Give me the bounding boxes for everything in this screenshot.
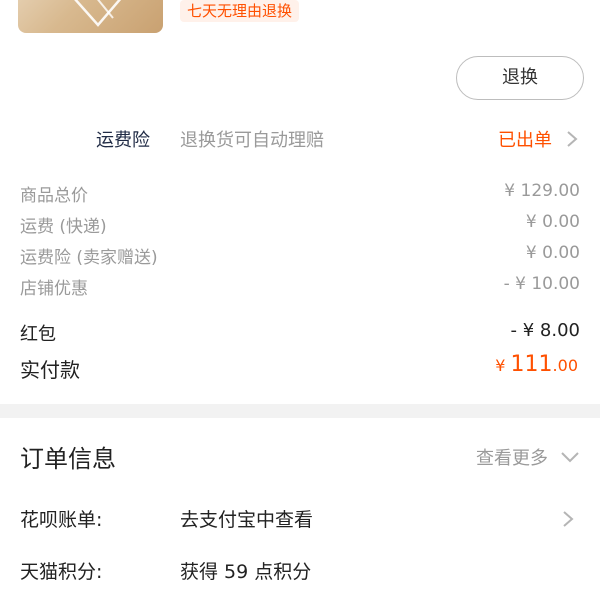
price-row-store-discount: 店铺优惠 - ¥ 10.00	[0, 271, 600, 301]
product-image[interactable]	[18, 0, 163, 33]
price-label: 运费 (快递)	[20, 217, 107, 237]
price-row-red-packet: 红包 - ¥ 8.00	[0, 317, 600, 347]
view-more-link[interactable]: 查看更多	[476, 444, 548, 470]
shipping-insurance-title: 运费险	[96, 130, 150, 151]
amount-integer: 111	[510, 352, 553, 377]
section-divider	[0, 404, 600, 418]
return-exchange-button[interactable]: 退换	[456, 56, 584, 100]
huabei-bill-row[interactable]: 花呗账单: 去支付宝中查看	[0, 500, 600, 536]
amount-decimal: .00	[552, 356, 578, 375]
price-label: 店铺优惠	[20, 279, 88, 299]
price-value: - ¥ 8.00	[510, 320, 580, 341]
info-key: 天猫积分:	[20, 561, 103, 583]
amount-paid-row: 实付款 ¥ 111.00	[0, 350, 600, 386]
shipping-insurance-status: 已出单	[498, 130, 552, 151]
amount-paid-value: ¥ 111.00	[495, 352, 578, 377]
price-label: 红包	[20, 324, 56, 345]
price-value: ¥ 129.00	[504, 181, 580, 201]
seven-day-return-tag: 七天无理由退换	[180, 0, 300, 22]
shipping-insurance-row[interactable]: 运费险 退换货可自动理赔 已出单	[0, 118, 600, 158]
order-info-title: 订单信息	[20, 445, 116, 473]
price-row-shipping: 运费 (快递) ¥ 0.00	[0, 209, 600, 239]
price-value: ¥ 0.00	[525, 212, 580, 232]
price-label: 商品总价	[20, 186, 88, 206]
currency-symbol: ¥	[495, 356, 506, 375]
order-info-header: 订单信息 查看更多	[0, 434, 600, 478]
info-value: 去支付宝中查看	[180, 509, 314, 531]
price-label: 运费险 (卖家赠送)	[20, 248, 158, 268]
price-value: ¥ 0.00	[525, 243, 580, 263]
amount-paid-label: 实付款	[20, 358, 80, 382]
info-key: 花呗账单:	[20, 509, 103, 531]
tmall-points-row: 天猫积分: 获得 59 点积分	[0, 552, 600, 588]
price-value: - ¥ 10.00	[503, 274, 580, 294]
info-value: 获得 59 点积分	[180, 561, 312, 583]
price-row-subtotal: 商品总价 ¥ 129.00	[0, 178, 600, 208]
order-detail-page: 七天无理由退换 退换 运费险 退换货可自动理赔 已出单 商品总价 ¥ 129.0…	[0, 0, 600, 600]
chevron-down-icon[interactable]	[560, 448, 580, 467]
shipping-insurance-description: 退换货可自动理赔	[180, 130, 324, 151]
price-row-shipping-insurance: 运费险 (卖家赠送) ¥ 0.00	[0, 240, 600, 270]
chevron-right-icon	[566, 130, 578, 152]
chevron-right-icon	[562, 510, 574, 532]
